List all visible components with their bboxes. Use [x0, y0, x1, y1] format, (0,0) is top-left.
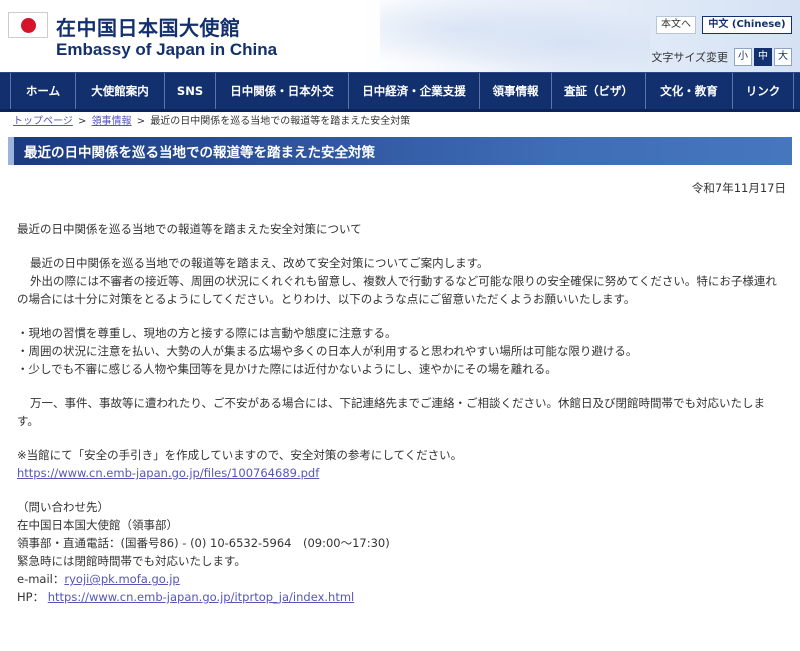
hp-link[interactable]: https://www.cn.emb-japan.go.jp/itprtop_j… — [48, 590, 354, 604]
nav-item-links[interactable]: リンク — [732, 73, 794, 109]
hp-label: HP： — [17, 590, 45, 604]
safety-bullets: ・現地の習慣を尊重し、現地の方と接する際には言動や態度に注意する。 ・周囲の状況… — [17, 324, 786, 378]
page-title: 最近の日中関係を巡る当地での報道等を踏まえた安全対策 — [24, 145, 375, 161]
contact-hp-row: HP： https://www.cn.emb-japan.go.jp/itprt… — [17, 588, 786, 606]
email-link[interactable]: ryoji@pk.mofa.go.jp — [64, 572, 179, 586]
breadcrumb-separator: > — [74, 116, 90, 127]
font-size-small-button[interactable]: 小 — [734, 48, 752, 66]
bullet-item: ・周囲の状況に注意を払い、大勢の人が集まる広場や多くの日本人が利用すると思われや… — [17, 344, 638, 358]
publish-date: 令和7年11月17日 — [691, 181, 786, 195]
breadcrumb-current: 最近の日中関係を巡る当地での報道等を踏まえた安全対策 — [150, 116, 411, 127]
emergency-note: 万一、事件、事故等に遭われたり、ご不安がある場合には、下記連絡先までご連絡・ご相… — [17, 396, 765, 428]
safety-guide-section: ※当館にて「安全の手引き」を作成していますので、安全対策の参考にしてください。 … — [17, 446, 786, 482]
contact-heading: （問い合わせ先） — [17, 500, 109, 514]
contact-phone: 領事部・直通電話：(国番号86) - (0) 10-6532-5964 (09:… — [17, 536, 390, 550]
contact-hours: 緊急時には閉館時間帯でも対応いたします。 — [17, 554, 246, 568]
font-size-large-button[interactable]: 大 — [774, 48, 792, 66]
intro-line-1: 最近の日中関係を巡る当地での報道等を踏まえ、改めて安全対策についてご案内します。 — [30, 256, 489, 270]
nav-item-economy[interactable]: 日中経済・企業支援 — [348, 73, 479, 109]
contact-email-row: e-mail：ryoji@pk.mofa.go.jp — [17, 570, 786, 588]
intro-line-2: 外出の際には不審者の接近等、周囲の状況にくれぐれも留意し、複数人で行動するなど可… — [17, 274, 777, 306]
japan-flag-icon — [8, 12, 48, 38]
article-intro: 最近の日中関係を巡る当地での報道等を踏まえ、改めて安全対策についてご案内します。… — [17, 254, 786, 308]
breadcrumb-separator: > — [133, 116, 149, 127]
safety-guide-link[interactable]: https://www.cn.emb-japan.go.jp/files/100… — [17, 466, 319, 480]
font-size-control: 文字サイズ変更 小 中 大 — [651, 48, 792, 66]
article-subject: 最近の日中関係を巡る当地での報道等を踏まえた安全対策について — [17, 222, 362, 236]
font-size-medium-button[interactable]: 中 — [754, 48, 772, 66]
language-switcher: 本文へ 中文 (Chinese) — [656, 16, 792, 34]
site-title-jp[interactable]: 在中国日本国大使館 — [56, 12, 241, 41]
bullet-item: ・少しでも不審に感じる人物や集団等を見かけた際には近付かないようにし、速やかにそ… — [17, 362, 557, 376]
lang-jp-button[interactable]: 本文へ — [656, 16, 696, 34]
font-size-label: 文字サイズ変更 — [651, 51, 728, 64]
email-label: e-mail： — [17, 572, 65, 586]
nav-item-visa[interactable]: 査証（ビザ） — [551, 73, 645, 109]
article-body: 最近の日中関係を巡る当地での報道等を踏まえた安全対策について 最近の日中関係を巡… — [17, 220, 786, 606]
page-heading: 最近の日中関係を巡る当地での報道等を踏まえた安全対策 — [8, 137, 792, 165]
breadcrumb-consular-link[interactable]: 領事情報 — [92, 116, 132, 127]
safety-guide-note: ※当館にて「安全の手引き」を作成していますので、安全対策の参考にしてください。 — [17, 448, 463, 462]
main-nav: ホーム 大使館案内 SNS 日中関係・日本外交 日中経済・企業支援 領事情報 査… — [0, 72, 800, 112]
site-header: 在中国日本国大使館 Embassy of Japan in China 本文へ … — [0, 0, 800, 72]
header-map-graphic — [380, 0, 650, 72]
lang-cn-button[interactable]: 中文 (Chinese) — [702, 16, 792, 34]
nav-item-culture[interactable]: 文化・教育 — [645, 73, 732, 109]
breadcrumb-top-link[interactable]: トップページ — [13, 116, 73, 127]
nav-item-consular[interactable]: 領事情報 — [479, 73, 551, 109]
bullet-item: ・現地の習慣を尊重し、現地の方と接する際には言動や態度に注意する。 — [17, 326, 397, 340]
site-title-en[interactable]: Embassy of Japan in China — [56, 40, 277, 60]
nav-item-embassy[interactable]: 大使館案内 — [75, 73, 164, 109]
contact-org: 在中国日本国大使館（領事部） — [17, 518, 178, 532]
nav-item-sns[interactable]: SNS — [164, 73, 215, 109]
nav-item-home[interactable]: ホーム — [10, 73, 75, 109]
nav-item-japan-china-relations[interactable]: 日中関係・日本外交 — [215, 73, 348, 109]
breadcrumb: トップページ > 領事情報 > 最近の日中関係を巡る当地での報道等を踏まえた安全… — [13, 115, 800, 129]
contact-section: （問い合わせ先） 在中国日本国大使館（領事部） 領事部・直通電話：(国番号86)… — [17, 498, 786, 606]
